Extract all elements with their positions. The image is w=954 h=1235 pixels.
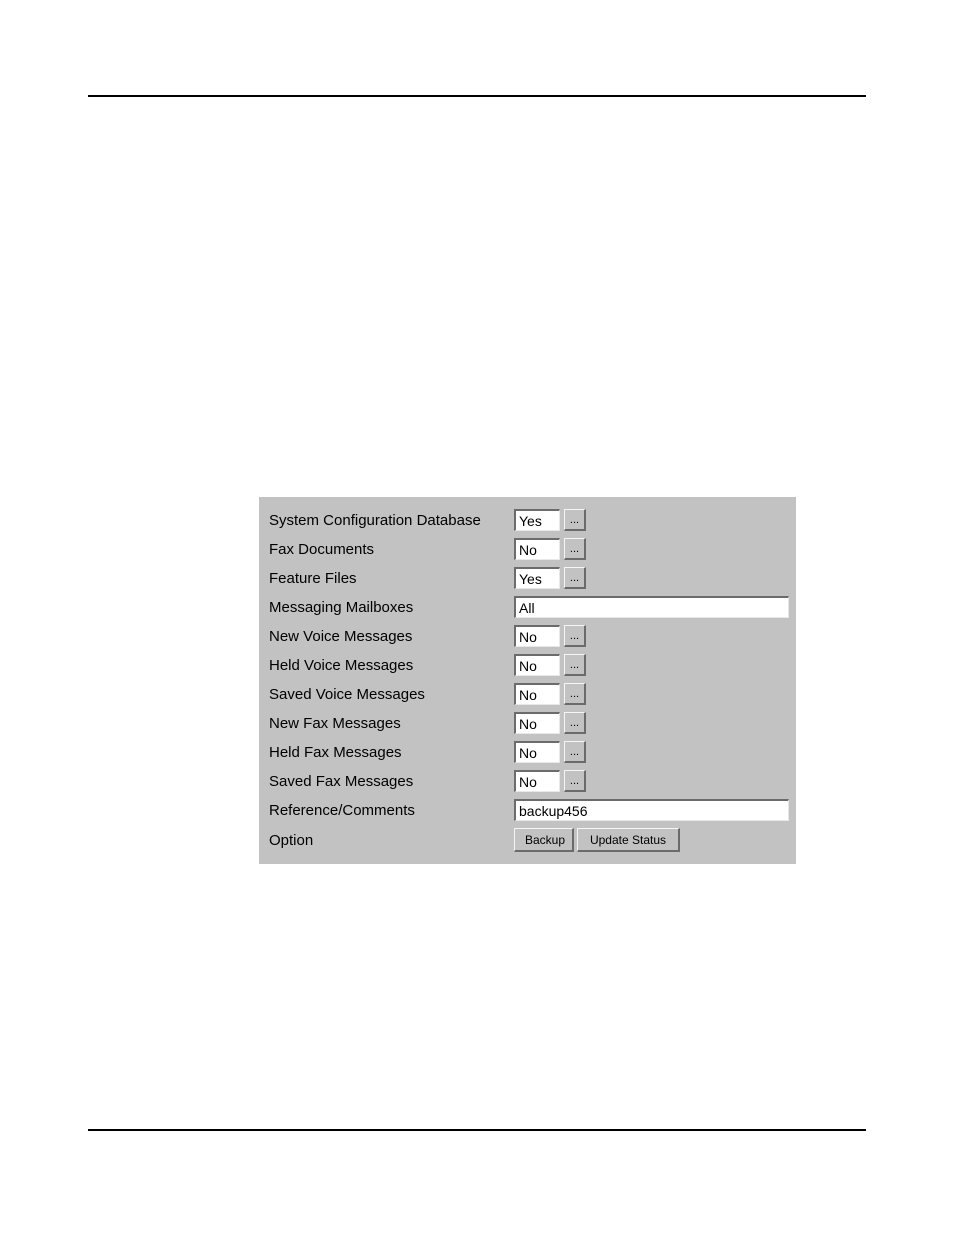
row-messaging-mailboxes: Messaging Mailboxes xyxy=(267,596,786,618)
label-saved-voice-messages: Saved Voice Messages xyxy=(267,686,514,703)
system-configuration-database-browse-button[interactable]: ... xyxy=(564,509,586,531)
saved-voice-messages-input[interactable] xyxy=(514,683,560,705)
backup-button[interactable]: Backup xyxy=(514,828,574,852)
row-feature-files: Feature Files ... xyxy=(267,567,786,589)
label-reference-comments: Reference/Comments xyxy=(267,802,514,819)
label-fax-documents: Fax Documents xyxy=(267,541,514,558)
row-system-configuration-database: System Configuration Database ... xyxy=(267,509,786,531)
row-saved-fax-messages: Saved Fax Messages ... xyxy=(267,770,786,792)
label-feature-files: Feature Files xyxy=(267,570,514,587)
label-saved-fax-messages: Saved Fax Messages xyxy=(267,773,514,790)
label-new-voice-messages: New Voice Messages xyxy=(267,628,514,645)
reference-comments-input[interactable] xyxy=(514,799,789,821)
saved-fax-messages-input[interactable] xyxy=(514,770,560,792)
backup-options-panel: System Configuration Database ... Fax Do… xyxy=(259,497,796,864)
new-voice-messages-browse-button[interactable]: ... xyxy=(564,625,586,647)
messaging-mailboxes-input[interactable] xyxy=(514,596,789,618)
row-fax-documents: Fax Documents ... xyxy=(267,538,786,560)
label-new-fax-messages: New Fax Messages xyxy=(267,715,514,732)
feature-files-browse-button[interactable]: ... xyxy=(564,567,586,589)
held-voice-messages-browse-button[interactable]: ... xyxy=(564,654,586,676)
system-configuration-database-input[interactable] xyxy=(514,509,560,531)
held-voice-messages-input[interactable] xyxy=(514,654,560,676)
new-voice-messages-input[interactable] xyxy=(514,625,560,647)
row-held-voice-messages: Held Voice Messages ... xyxy=(267,654,786,676)
row-new-fax-messages: New Fax Messages ... xyxy=(267,712,786,734)
held-fax-messages-browse-button[interactable]: ... xyxy=(564,741,586,763)
row-held-fax-messages: Held Fax Messages ... xyxy=(267,741,786,763)
new-fax-messages-input[interactable] xyxy=(514,712,560,734)
label-held-fax-messages: Held Fax Messages xyxy=(267,744,514,761)
label-held-voice-messages: Held Voice Messages xyxy=(267,657,514,674)
label-system-configuration-database: System Configuration Database xyxy=(267,512,514,529)
feature-files-input[interactable] xyxy=(514,567,560,589)
fax-documents-browse-button[interactable]: ... xyxy=(564,538,586,560)
row-reference-comments: Reference/Comments xyxy=(267,799,786,821)
saved-fax-messages-browse-button[interactable]: ... xyxy=(564,770,586,792)
row-new-voice-messages: New Voice Messages ... xyxy=(267,625,786,647)
update-status-button[interactable]: Update Status xyxy=(577,828,680,852)
label-messaging-mailboxes: Messaging Mailboxes xyxy=(267,599,514,616)
horizontal-rule-bottom xyxy=(88,1129,866,1131)
held-fax-messages-input[interactable] xyxy=(514,741,560,763)
horizontal-rule-top xyxy=(88,95,866,97)
saved-voice-messages-browse-button[interactable]: ... xyxy=(564,683,586,705)
row-saved-voice-messages: Saved Voice Messages ... xyxy=(267,683,786,705)
new-fax-messages-browse-button[interactable]: ... xyxy=(564,712,586,734)
fax-documents-input[interactable] xyxy=(514,538,560,560)
row-option: Option Backup Update Status xyxy=(267,828,786,852)
label-option: Option xyxy=(267,832,514,849)
